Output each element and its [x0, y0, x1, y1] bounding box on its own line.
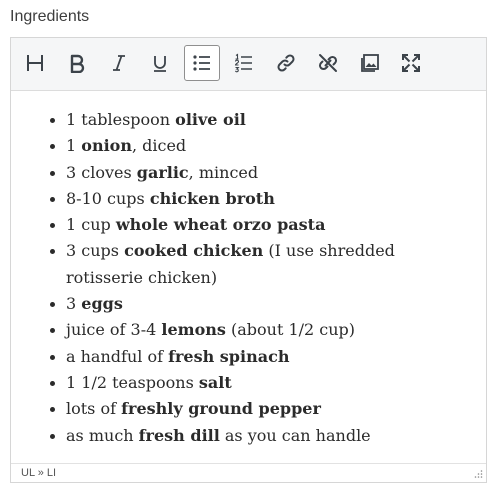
image-icon	[361, 54, 379, 72]
ingredient-quantity: as much	[66, 425, 139, 445]
editor-toolbar	[11, 38, 486, 91]
ingredient-quantity: 3 cloves	[66, 162, 137, 182]
ingredient-item: lots of freshly ground pepper	[66, 396, 466, 422]
heading-icon	[27, 55, 43, 71]
ingredient-item: 1 cup whole wheat orzo pasta	[66, 212, 466, 238]
ingredient-note: , diced	[131, 136, 187, 156]
ingredient-quantity: 1 tablespoon	[66, 110, 176, 129]
ingredient-quantity: 3	[66, 294, 82, 314]
ingredient-quantity: 1	[66, 136, 82, 156]
ingredient-name: freshly ground pepper	[121, 399, 321, 419]
link-icon	[277, 54, 295, 72]
heading-button[interactable]	[17, 45, 53, 81]
field-label: Ingredients	[10, 8, 90, 25]
editor-statusbar: UL » LI	[11, 463, 486, 482]
resize-handle-icon[interactable]	[473, 469, 483, 479]
ingredient-item: 3 cloves garlic, minced	[66, 160, 466, 186]
ingredient-name: garlic	[136, 162, 189, 182]
element-path[interactable]: UL » LI	[21, 464, 56, 482]
ingredient-name: fresh dill	[138, 425, 220, 445]
ingredient-name: olive oil	[175, 110, 246, 129]
link-button[interactable]	[268, 45, 304, 81]
underline-icon	[154, 56, 166, 72]
bulleted-list-button[interactable]	[184, 45, 220, 81]
ingredient-item: 1 tablespoon olive oil	[66, 107, 466, 133]
ingredient-quantity: a handful of	[66, 346, 169, 366]
bold-button[interactable]	[59, 45, 95, 81]
ingredient-item: a handful of fresh spinach	[66, 344, 466, 370]
italic-button[interactable]	[101, 45, 137, 81]
ingredient-quantity: juice of 3-4	[66, 320, 162, 340]
ingredient-item: juice of 3-4 lemons (about 1/2 cup)	[66, 317, 466, 343]
bulleted-list-icon	[193, 55, 210, 71]
ingredient-name: onion	[81, 136, 132, 156]
image-button[interactable]	[352, 45, 388, 81]
ingredient-item: 1 onion, diced	[66, 133, 466, 159]
unlink-button[interactable]	[310, 45, 346, 81]
ingredient-item: 1 1/2 teaspoons salt	[66, 370, 466, 396]
ingredient-note: as you can handle	[219, 425, 371, 445]
ingredient-quantity: 3 cups	[66, 241, 125, 261]
numbered-list-icon	[234, 53, 252, 73]
ingredient-item: as much fresh dill as you can handle	[66, 423, 466, 449]
ingredient-quantity: 1 cup	[66, 215, 116, 235]
underline-button[interactable]	[142, 45, 178, 81]
ingredient-item: 3 cups cooked chicken (I use shredded ro…	[66, 238, 466, 291]
ingredient-name: chicken broth	[149, 188, 275, 208]
ingredient-item: 8-10 cups chicken broth	[66, 186, 466, 212]
bold-icon	[70, 54, 85, 73]
fullscreen-button[interactable]	[393, 45, 429, 81]
ingredient-quantity: 1 1/2 teaspoons	[66, 372, 199, 392]
fullscreen-icon	[402, 54, 420, 72]
ingredient-name: salt	[198, 372, 232, 392]
ingredient-name: lemons	[161, 320, 226, 340]
ingredient-name: fresh spinach	[168, 346, 290, 366]
italic-icon	[113, 55, 125, 71]
ingredient-quantity: lots of	[66, 399, 122, 419]
ingredient-note: (about 1/2 cup)	[225, 320, 356, 340]
ingredient-quantity: 8-10 cups	[66, 188, 150, 208]
unlink-icon	[318, 54, 338, 72]
numbered-list-button[interactable]	[226, 45, 262, 81]
ingredient-note: , minced	[188, 162, 259, 182]
ingredients-list: 1 tablespoon olive oil1 onion, diced3 cl…	[11, 91, 486, 449]
ingredient-name: cooked chicken	[124, 241, 264, 261]
ingredient-name: whole wheat orzo pasta	[115, 215, 326, 235]
rich-text-editor: 1 tablespoon olive oil1 onion, diced3 cl…	[10, 37, 487, 483]
editor-content[interactable]: 1 tablespoon olive oil1 onion, diced3 cl…	[11, 91, 486, 464]
ingredient-name: eggs	[81, 294, 123, 314]
ingredient-item: 3 eggs	[66, 291, 466, 317]
